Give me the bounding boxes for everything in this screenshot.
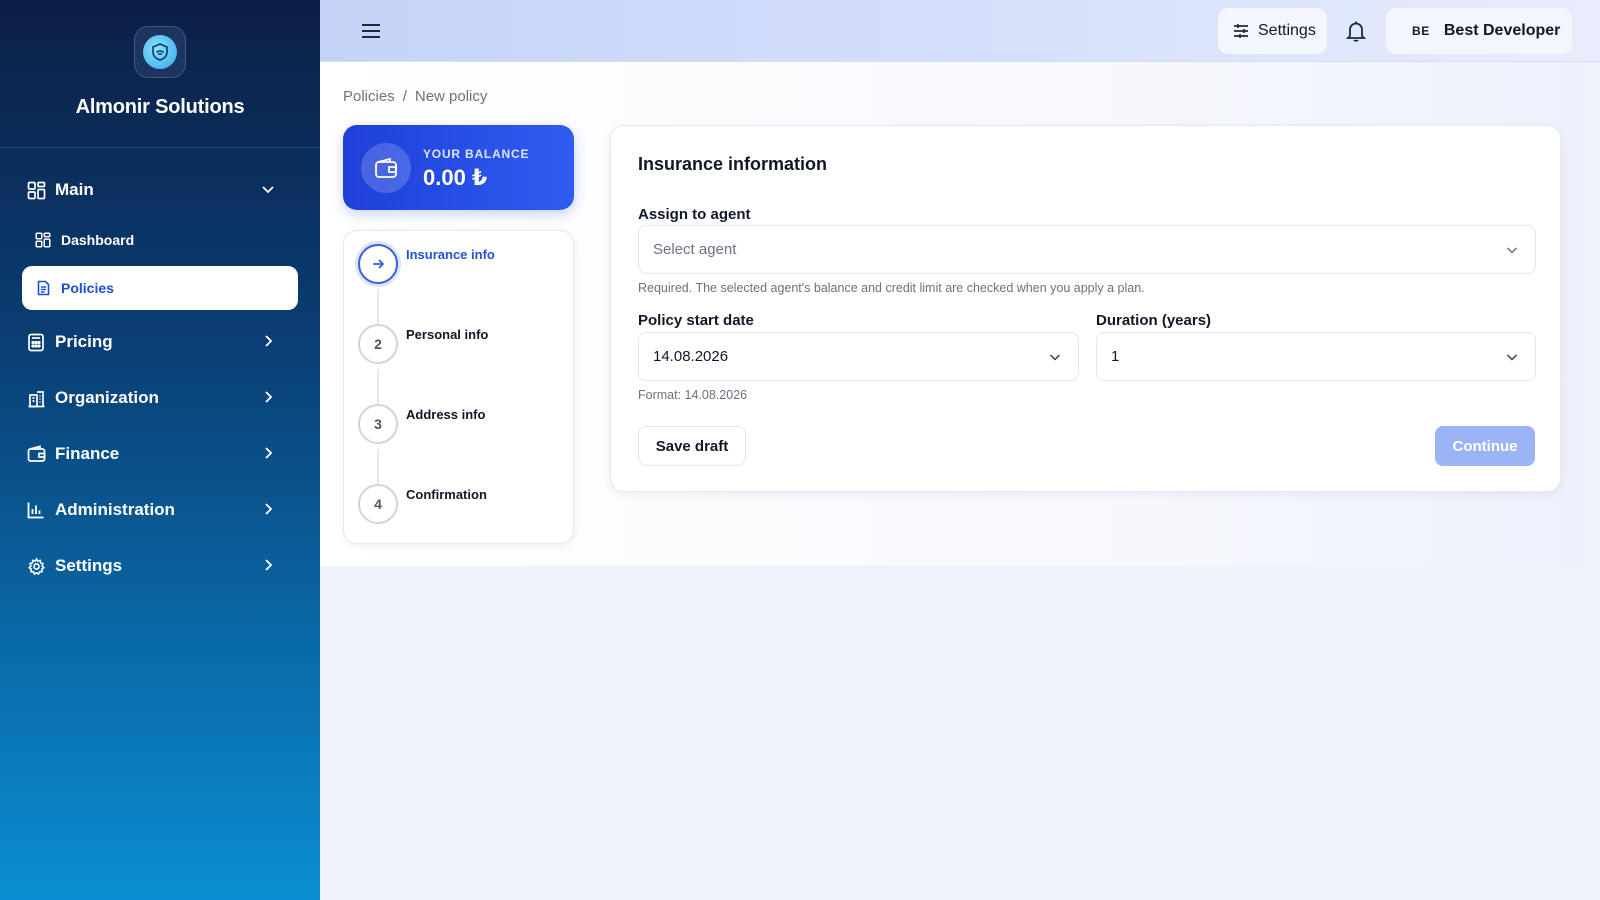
step-personal-info[interactable]: 2 Personal info — [358, 324, 558, 366]
save-draft-button[interactable]: Save draft — [638, 426, 746, 466]
chevron-right-icon — [265, 503, 273, 515]
sidebar-item-label: Pricing — [55, 332, 113, 351]
main-content: Policies / New policy YOUR BALANCE 0.00 ₺ … — [320, 62, 1584, 566]
step-confirmation[interactable]: 4 Confirmation — [358, 484, 558, 526]
arrow-right-icon — [358, 244, 398, 284]
sidebar-item-main[interactable]: Main — [0, 162, 320, 218]
step-connector — [377, 289, 379, 325]
sidebar: Almonir Solutions Main Dashboard Policie… — [0, 0, 320, 900]
balance-card: YOUR BALANCE 0.00 ₺ — [343, 125, 574, 210]
chevron-down-icon — [1506, 247, 1518, 254]
start-date-label: Policy start date — [638, 312, 754, 329]
stepper: Insurance info 2 Personal info 3 Address… — [343, 230, 574, 544]
agent-select-placeholder: Select agent — [653, 241, 737, 258]
step-address-info[interactable]: 3 Address info — [358, 404, 558, 446]
wallet-icon — [361, 143, 411, 193]
chevron-down-icon — [1049, 354, 1061, 361]
gear-icon — [26, 556, 46, 576]
insurance-form-card: Insurance information Assign to agent Se… — [610, 125, 1561, 492]
brand-logo[interactable] — [134, 26, 186, 78]
grid-icon — [26, 180, 46, 200]
agent-select[interactable]: Select agent — [638, 225, 1536, 274]
user-menu[interactable]: BE Best Developer — [1386, 8, 1572, 54]
bar-chart-icon — [26, 500, 46, 520]
balance-value: 0.00 ₺ — [423, 165, 488, 190]
menu-icon[interactable] — [360, 19, 382, 43]
form-title: Insurance information — [638, 154, 828, 174]
breadcrumb-policies[interactable]: Policies — [343, 88, 395, 105]
sidebar-item-label: Dashboard — [61, 232, 135, 248]
start-date-select[interactable]: 14.08.2026 — [638, 332, 1079, 381]
chevron-down-icon — [1506, 354, 1518, 361]
document-icon — [35, 280, 51, 296]
sidebar-item-label: Finance — [55, 444, 120, 463]
sliders-icon — [1234, 24, 1248, 38]
step-label: Confirmation — [406, 487, 487, 502]
building-icon — [26, 388, 46, 408]
step-number: 2 — [358, 324, 398, 364]
continue-button[interactable]: Continue — [1435, 426, 1535, 466]
step-label: Insurance info — [406, 247, 495, 262]
sidebar-item-label: Settings — [55, 556, 123, 575]
user-name: Best Developer — [1443, 22, 1561, 39]
agent-label: Assign to agent — [638, 206, 751, 223]
settings-button-label: Settings — [1258, 22, 1316, 39]
step-connector — [377, 369, 379, 405]
breadcrumb-separator: / — [402, 88, 407, 105]
step-connector — [377, 449, 379, 485]
breadcrumb: Policies / New policy — [343, 88, 487, 105]
duration-select[interactable]: 1 — [1096, 332, 1536, 381]
wallet-icon — [26, 444, 46, 464]
sidebar-item-settings[interactable]: Settings — [0, 538, 320, 594]
start-date-value: 14.08.2026 — [653, 348, 729, 365]
step-number: 4 — [358, 484, 398, 524]
sidebar-nav: Main Dashboard Policies Pricing Organiza… — [0, 148, 320, 594]
chevron-right-icon — [265, 447, 273, 459]
brand-name: Almonir Solutions — [75, 96, 245, 118]
step-number: 3 — [358, 404, 398, 444]
avatar: BE — [1412, 24, 1430, 38]
sidebar-item-label: Policies — [61, 280, 114, 296]
top-bar: Settings BE Best Developer — [320, 0, 1600, 62]
start-date-hint: Format: 14.08.2026 — [638, 388, 748, 402]
agent-hint: Required. The selected agent's balance a… — [638, 281, 1145, 295]
sidebar-item-dashboard[interactable]: Dashboard — [22, 218, 298, 262]
sidebar-item-organization[interactable]: Organization — [0, 370, 320, 426]
chevron-right-icon — [265, 391, 273, 403]
shield-wave-icon — [143, 35, 177, 69]
settings-button[interactable]: Settings — [1218, 8, 1327, 54]
sidebar-item-label: Main — [55, 180, 94, 199]
calculator-icon — [26, 332, 46, 352]
balance-label: YOUR BALANCE — [423, 147, 530, 161]
chevron-right-icon — [265, 559, 273, 571]
sidebar-item-policies[interactable]: Policies — [22, 266, 298, 310]
duration-value: 1 — [1111, 348, 1120, 365]
sidebar-item-administration[interactable]: Administration — [0, 482, 320, 538]
sidebar-item-finance[interactable]: Finance — [0, 426, 320, 482]
sidebar-item-label: Administration — [55, 500, 175, 519]
bell-icon[interactable] — [1345, 19, 1367, 43]
sidebar-item-label: Organization — [55, 388, 159, 407]
step-label: Address info — [406, 407, 486, 422]
duration-label: Duration (years) — [1096, 312, 1212, 329]
step-insurance-info[interactable]: Insurance info — [358, 244, 558, 286]
grid-icon — [35, 232, 51, 248]
step-label: Personal info — [406, 327, 489, 342]
breadcrumb-current: New policy — [414, 88, 488, 105]
chevron-down-icon — [262, 186, 274, 194]
sidebar-item-pricing[interactable]: Pricing — [0, 314, 320, 370]
chevron-right-icon — [265, 335, 273, 347]
brand: Almonir Solutions — [0, 0, 320, 148]
